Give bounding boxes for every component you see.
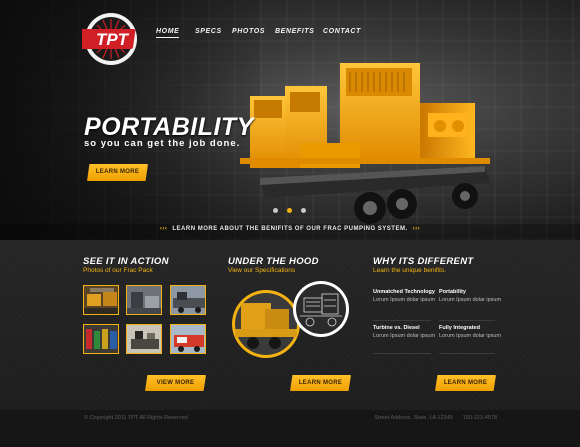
gallery-thumb-2[interactable] bbox=[126, 285, 162, 315]
gallery-thumb-1[interactable] bbox=[83, 285, 119, 315]
footer-phone: 150-123-4578 bbox=[462, 415, 497, 421]
divider bbox=[439, 353, 495, 354]
footer-contact-info: Street Address, State, LA 12345 150-123-4… bbox=[374, 415, 497, 421]
divider bbox=[373, 320, 431, 321]
gallery-thumb-5[interactable] bbox=[126, 324, 162, 354]
benefit-item-technology: Unmatched Technology Lorum Ipsum dolar i… bbox=[373, 289, 436, 303]
frac-pump-truck-image bbox=[240, 63, 490, 224]
hero-subline: so you can get the job done. bbox=[84, 138, 241, 149]
logo-text: TPT bbox=[96, 30, 130, 49]
benefits-strip-text: LEARN MORE ABOUT THE BENIFITS OF OUR FRA… bbox=[172, 226, 408, 232]
nav-contact[interactable]: CONTACT bbox=[323, 28, 361, 35]
nav-home[interactable]: HOME bbox=[156, 28, 180, 38]
benefit-item-portability: Portability Lorum Ipsum dolar ipsum bbox=[439, 289, 502, 303]
nav-benefits[interactable]: BENEFITS bbox=[275, 28, 314, 35]
divider bbox=[373, 353, 431, 354]
divider bbox=[439, 320, 495, 321]
different-subtitle: Learn the unique benifits. bbox=[373, 267, 446, 274]
benefit-item-turbine: Turbine vs. Diesel Lorum Ipsum dolar ips… bbox=[373, 325, 436, 339]
engine-photo-circle[interactable] bbox=[231, 289, 301, 359]
hero-learn-more-button[interactable]: LEARN MORE bbox=[87, 164, 148, 181]
blueprint-circle[interactable] bbox=[292, 280, 350, 338]
different-learn-more-button[interactable]: LEARN MORE bbox=[435, 375, 496, 391]
footer-copyright: © Copyright 2011 TPT All Rights Reserved bbox=[84, 415, 188, 421]
tpt-logo[interactable]: TPT bbox=[82, 12, 140, 66]
chevron-right-icon: ››› bbox=[412, 226, 421, 232]
gallery-thumb-6[interactable] bbox=[170, 324, 206, 354]
slider-dot-3[interactable] bbox=[301, 208, 306, 213]
hood-subtitle: View our Specifications bbox=[228, 267, 296, 274]
benefit-item-integrated: Fully Integrated Lorum Ipsum dolar ipsum bbox=[439, 325, 502, 339]
gallery-thumb-3[interactable] bbox=[170, 285, 206, 315]
chevron-left-icon: ‹‹‹ bbox=[159, 226, 168, 232]
slider-dot-1[interactable] bbox=[273, 208, 278, 213]
nav-photos[interactable]: PHOTOS bbox=[232, 28, 265, 35]
nav-specs[interactable]: SPECS bbox=[195, 28, 222, 35]
action-title: SEE IT IN ACTION bbox=[83, 256, 169, 267]
benefits-strip-link[interactable]: ‹‹‹ LEARN MORE ABOUT THE BENIFITS OF OUR … bbox=[0, 226, 580, 232]
slider-dot-2[interactable] bbox=[287, 208, 292, 213]
different-title: WHY ITS DIFFERENT bbox=[373, 256, 474, 267]
hood-learn-more-button[interactable]: LEARN MORE bbox=[290, 375, 351, 391]
view-more-button[interactable]: VIEW MORE bbox=[145, 375, 206, 391]
action-subtitle: Photos of our Frac Pack bbox=[83, 267, 153, 274]
gallery-thumb-4[interactable] bbox=[83, 324, 119, 354]
hero-banner: TPT HOME SPECS PHOTOS BENEFITS CONTACT P… bbox=[0, 0, 580, 240]
page: TPT HOME SPECS PHOTOS BENEFITS CONTACT P… bbox=[0, 0, 580, 447]
footer-address: Street Address, State, LA 12345 bbox=[374, 415, 453, 421]
hood-title: UNDER THE HOOD bbox=[228, 256, 319, 267]
